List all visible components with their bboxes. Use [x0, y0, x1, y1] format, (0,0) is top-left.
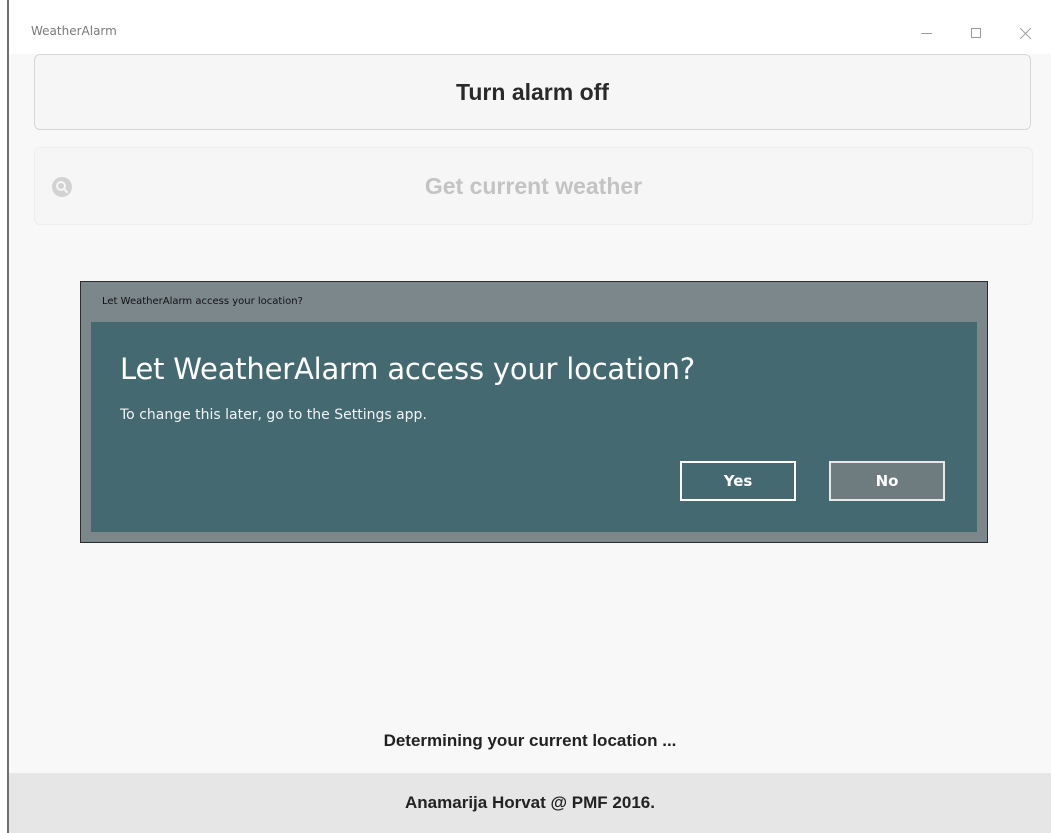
footer: Anamarija Horvat @ PMF 2016.: [9, 773, 1051, 833]
yes-button[interactable]: Yes: [680, 461, 796, 501]
turn-alarm-off-label: Turn alarm off: [456, 78, 609, 105]
maximize-button[interactable]: [951, 18, 1001, 48]
close-button[interactable]: [1001, 18, 1051, 48]
turn-alarm-off-button[interactable]: Turn alarm off: [34, 54, 1031, 130]
window-title: WeatherAlarm: [31, 24, 117, 38]
get-current-weather-button[interactable]: Get current weather: [34, 147, 1033, 225]
minimize-icon: [920, 32, 932, 34]
close-icon: [1020, 27, 1032, 39]
dialog-message: To change this later, go to the Settings…: [120, 407, 427, 423]
get-current-weather-label: Get current weather: [424, 172, 643, 199]
footer-credit: Anamarija Horvat @ PMF 2016.: [405, 793, 655, 812]
minimize-button[interactable]: [901, 18, 951, 48]
window-left-edge: [0, 0, 9, 833]
window-controls: [901, 18, 1051, 48]
dialog-body: Let WeatherAlarm access your location? T…: [91, 322, 977, 532]
app-window: WeatherAlarm Turn alarm off Get current …: [0, 0, 1051, 833]
dialog-title: Let WeatherAlarm access your location?: [120, 352, 695, 386]
location-permission-dialog: Let WeatherAlarm access your location? L…: [80, 281, 988, 543]
maximize-icon: [971, 28, 981, 38]
location-status-text: Determining your current location ...: [383, 731, 677, 750]
dialog-caption: Let WeatherAlarm access your location?: [102, 296, 303, 307]
no-button[interactable]: No: [829, 461, 945, 501]
title-bar[interactable]: WeatherAlarm: [9, 0, 1051, 54]
search-icon: [52, 177, 72, 197]
